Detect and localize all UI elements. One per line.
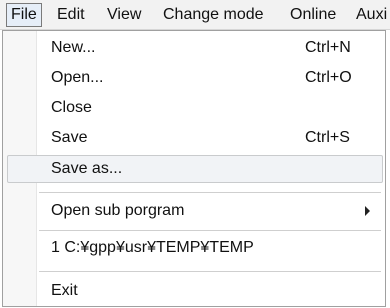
- menu-item-label: 1 C:¥gpp¥usr¥TEMP¥TEMP: [51, 239, 254, 256]
- menu-item-shortcut: Ctrl+S: [305, 129, 350, 146]
- menu-auxi[interactable]: Auxi: [356, 3, 387, 27]
- menu-separator: [39, 230, 381, 231]
- menu-item-label: Open sub porgram: [51, 202, 185, 219]
- menu-item-label: Save as...: [51, 160, 123, 177]
- menu-item-label: Save: [51, 129, 88, 146]
- menu-item-recent-file-1[interactable]: 1 C:¥gpp¥usr¥TEMP¥TEMP: [3, 234, 385, 262]
- menu-item-shortcut: Ctrl+O: [305, 69, 352, 86]
- menu-item-save-as[interactable]: Save as...: [7, 155, 383, 183]
- menu-edit[interactable]: Edit: [57, 3, 85, 27]
- file-menu-dropdown: New... Ctrl+N Open... Ctrl+O Close Save …: [2, 30, 386, 307]
- menu-item-open[interactable]: Open... Ctrl+O: [3, 64, 385, 92]
- menu-item-label: Open...: [51, 69, 104, 86]
- menu-view[interactable]: View: [107, 3, 141, 27]
- menu-file[interactable]: File: [6, 3, 42, 27]
- menu-item-save[interactable]: Save Ctrl+S: [3, 124, 385, 152]
- menu-online[interactable]: Online: [290, 3, 336, 27]
- menu-item-label: New...: [51, 39, 96, 56]
- menu-separator: [39, 271, 381, 272]
- menu-item-exit[interactable]: Exit: [3, 277, 385, 305]
- menu-separator: [39, 192, 381, 193]
- chevron-right-icon: [365, 206, 370, 216]
- menu-item-open-sub-program[interactable]: Open sub porgram: [3, 197, 385, 225]
- menu-item-label: Exit: [51, 282, 78, 299]
- menu-item-close[interactable]: Close: [3, 94, 385, 122]
- menu-change-mode[interactable]: Change mode: [163, 3, 264, 27]
- menu-bar: File Edit View Change mode Online Auxi: [0, 0, 390, 30]
- menu-item-new[interactable]: New... Ctrl+N: [3, 34, 385, 62]
- menu-item-label: Close: [51, 99, 92, 116]
- menu-item-shortcut: Ctrl+N: [305, 39, 351, 56]
